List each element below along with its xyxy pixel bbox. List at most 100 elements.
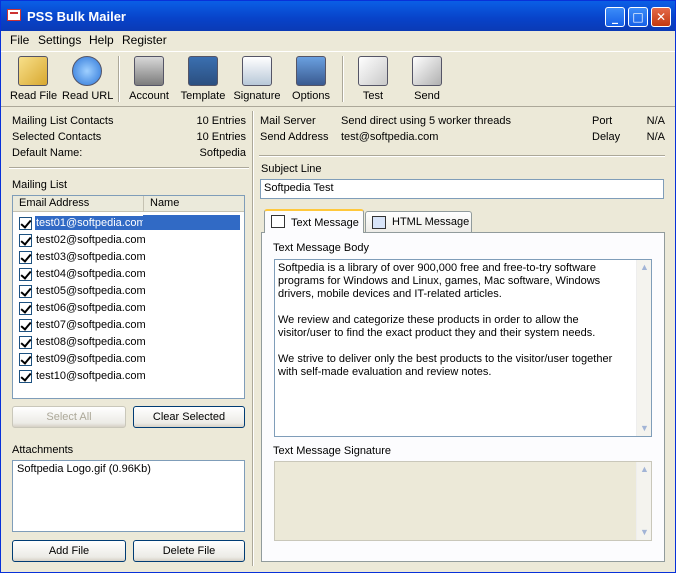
list-item[interactable]: test03@softpedia.com — [17, 249, 242, 266]
tab-html-message-label: HTML Message — [392, 216, 470, 228]
list-item[interactable]: test05@softpedia.com — [17, 283, 242, 300]
list-contacts-label: Mailing List Contacts — [12, 115, 114, 127]
checkbox[interactable] — [19, 319, 32, 332]
checkbox[interactable] — [19, 234, 32, 247]
send-address-label: Send Address — [260, 131, 329, 143]
tab-text-message[interactable]: Text Message — [264, 209, 364, 233]
email-cell: test09@softpedia.com — [36, 353, 146, 365]
subject-line-input[interactable]: Softpedia Test — [260, 179, 664, 199]
body-paragraph: We review and categorize these products … — [278, 314, 596, 339]
account-icon — [134, 56, 164, 86]
mailing-list-label: Mailing List — [12, 179, 68, 191]
tab-text-message-label: Text Message — [291, 217, 359, 229]
email-cell: test02@softpedia.com — [36, 234, 146, 246]
menu-register[interactable]: Register — [122, 33, 167, 47]
panel-divider — [252, 111, 254, 566]
port-label: Port — [592, 115, 613, 127]
checkbox[interactable] — [19, 217, 32, 230]
list-item[interactable]: test09@softpedia.com — [17, 351, 242, 368]
delete-file-button[interactable]: Delete File — [133, 540, 245, 562]
body-paragraph: We strive to deliver only the best produ… — [278, 353, 613, 378]
checkbox[interactable] — [19, 268, 32, 281]
account-button[interactable]: Account — [128, 56, 170, 102]
close-button[interactable]: ✕ — [651, 7, 671, 27]
email-cell: test06@softpedia.com — [36, 302, 146, 314]
read-url-label: Read URL — [62, 90, 114, 102]
divider — [259, 155, 665, 157]
toolbar-separator — [118, 56, 120, 102]
envelope-icon — [358, 56, 388, 86]
list-item[interactable]: test01@softpedia.com — [17, 215, 242, 232]
port-value: N/A — [646, 115, 665, 127]
body-label: Text Message Body — [273, 242, 369, 254]
options-button[interactable]: Options — [290, 56, 332, 102]
menu-help[interactable]: Help — [89, 33, 114, 47]
list-item[interactable]: test04@softpedia.com — [17, 266, 242, 283]
scroll-up-icon[interactable]: ▲ — [637, 260, 652, 275]
menu-settings[interactable]: Settings — [38, 33, 81, 47]
send-address-value: test@softpedia.com — [341, 131, 439, 143]
read-url-button[interactable]: Read URL — [62, 56, 114, 102]
minimize-button[interactable]: _ — [605, 7, 625, 27]
default-name-value: Softpedia — [199, 147, 246, 159]
template-label: Template — [180, 90, 226, 102]
scroll-up-icon[interactable]: ▲ — [637, 462, 652, 477]
list-item[interactable]: test08@softpedia.com — [17, 334, 242, 351]
add-file-button[interactable]: Add File — [12, 540, 126, 562]
list-item[interactable]: test10@softpedia.com — [17, 368, 242, 385]
options-label: Options — [292, 90, 330, 102]
checkbox[interactable] — [19, 285, 32, 298]
template-button[interactable]: Template — [180, 56, 226, 102]
mail-server-value: Send direct using 5 worker threads — [341, 115, 511, 127]
clear-selected-button[interactable]: Clear Selected — [133, 406, 245, 428]
app-mail-icon[interactable] — [7, 9, 21, 21]
body-scrollbar[interactable]: ▲ ▼ — [636, 260, 651, 436]
menu-file[interactable]: File — [10, 33, 29, 47]
select-all-button[interactable]: Select All — [12, 406, 126, 428]
maximize-button[interactable]: □ — [628, 7, 648, 27]
col-email-address[interactable]: Email Address — [13, 196, 144, 212]
signature-textarea[interactable]: ▲ ▼ — [274, 461, 652, 541]
scroll-down-icon[interactable]: ▼ — [637, 421, 652, 436]
send-button[interactable]: Send — [410, 56, 444, 102]
menu-bar: File Settings Help Register — [1, 31, 675, 49]
delay-label: Delay — [592, 131, 621, 143]
template-icon — [188, 56, 218, 86]
signature-icon — [242, 56, 272, 86]
checkbox[interactable] — [19, 251, 32, 264]
list-item[interactable]: test02@softpedia.com — [17, 232, 242, 249]
selected-contacts-label: Selected Contacts — [12, 131, 102, 143]
toolbar: Read File Read URL Account Template Sign… — [1, 51, 675, 107]
list-item[interactable]: test07@softpedia.com — [17, 317, 242, 334]
signature-label: Text Message Signature — [273, 445, 392, 457]
read-file-button[interactable]: Read File — [10, 56, 58, 102]
checkbox[interactable] — [19, 353, 32, 366]
read-file-label: Read File — [10, 90, 58, 102]
name-cell — [143, 215, 240, 230]
email-cell: test03@softpedia.com — [36, 251, 146, 263]
checkbox[interactable] — [19, 370, 32, 383]
default-name-label: Default Name: — [12, 147, 83, 159]
checkbox[interactable] — [19, 336, 32, 349]
attachments-list[interactable]: Softpedia Logo.gif (0.96Kb) — [12, 460, 245, 532]
list-item[interactable]: test06@softpedia.com — [17, 300, 242, 317]
account-label: Account — [129, 90, 169, 102]
attachments-label: Attachments — [12, 444, 74, 456]
message-body-textarea[interactable]: Softpedia is a library of over 900,000 f… — [274, 259, 652, 437]
title-bar[interactable]: PSS Bulk Mailer _ □ ✕ — [1, 1, 675, 31]
scroll-down-icon[interactable]: ▼ — [637, 525, 652, 540]
delay-value: N/A — [646, 131, 665, 143]
mailing-list[interactable]: Email Address Name test01@softpedia.com … — [12, 195, 245, 399]
test-button[interactable]: Test — [357, 56, 389, 102]
signature-scrollbar[interactable]: ▲ ▼ — [636, 462, 651, 540]
col-name[interactable]: Name — [144, 196, 244, 212]
toolbar-separator — [342, 56, 344, 102]
list-contacts-value: 10 Entries — [196, 115, 246, 127]
email-cell: test10@softpedia.com — [36, 370, 146, 382]
signature-button[interactable]: Signature — [233, 56, 281, 102]
text-document-icon — [271, 215, 285, 228]
email-cell: test04@softpedia.com — [36, 268, 146, 280]
tab-html-message[interactable]: HTML Message — [365, 211, 472, 233]
checkbox[interactable] — [19, 302, 32, 315]
attachment-item[interactable]: Softpedia Logo.gif (0.96Kb) — [17, 463, 151, 475]
